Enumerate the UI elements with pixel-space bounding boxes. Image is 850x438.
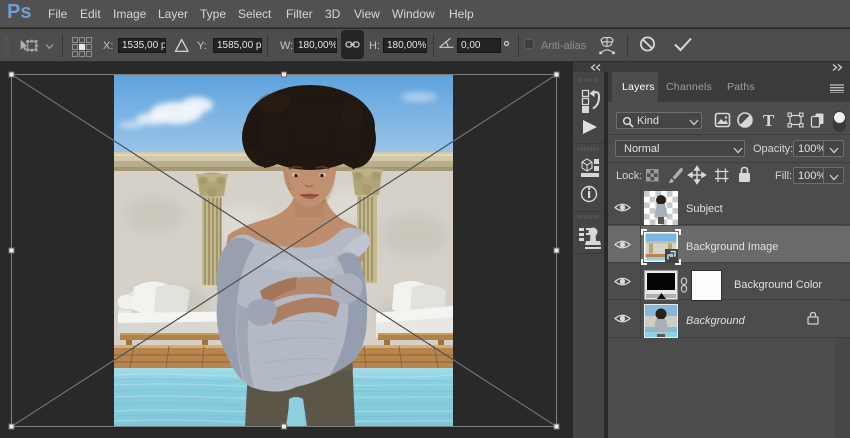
svg-text:T: T — [763, 111, 775, 130]
